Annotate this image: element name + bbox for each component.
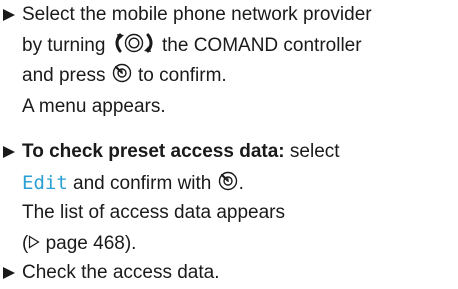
- page-reference-triangle-icon: [28, 229, 40, 260]
- step-bold-heading: To check preset access data:: [22, 141, 285, 162]
- controller-turn-icon: [111, 32, 157, 65]
- step-text-line: To check preset access data: select: [22, 141, 340, 162]
- menu-item-edit: Edit: [22, 171, 68, 194]
- step-text-line: Select the mobile phone network provider: [22, 4, 372, 25]
- step-text-line: by turning the COMAND controller: [22, 31, 458, 62]
- step-check-data: Check the access data.: [0, 258, 458, 289]
- step-select-provider: Select the mobile phone network provider…: [0, 0, 458, 122]
- instruction-page: Select the mobile phone network provider…: [0, 0, 458, 287]
- step-arrow-icon: [2, 258, 18, 288]
- page-reference-link: page 468).: [40, 232, 137, 254]
- step-arrow-icon: [2, 137, 18, 167]
- step-text-line: A menu appears.: [22, 95, 166, 117]
- step-text-line: ( page 468).: [22, 229, 458, 260]
- step-text-line: Edit and confirm with .: [22, 168, 458, 199]
- step-text-line: Check the access data.: [22, 262, 220, 283]
- step-check-access-data: To check preset access data: select Edit…: [0, 137, 458, 259]
- step-text-line: The list of access data appears: [22, 202, 285, 223]
- controller-press-icon: [111, 62, 133, 95]
- step-text-line: and press to confirm.: [22, 61, 458, 92]
- step-arrow-icon: [2, 0, 18, 30]
